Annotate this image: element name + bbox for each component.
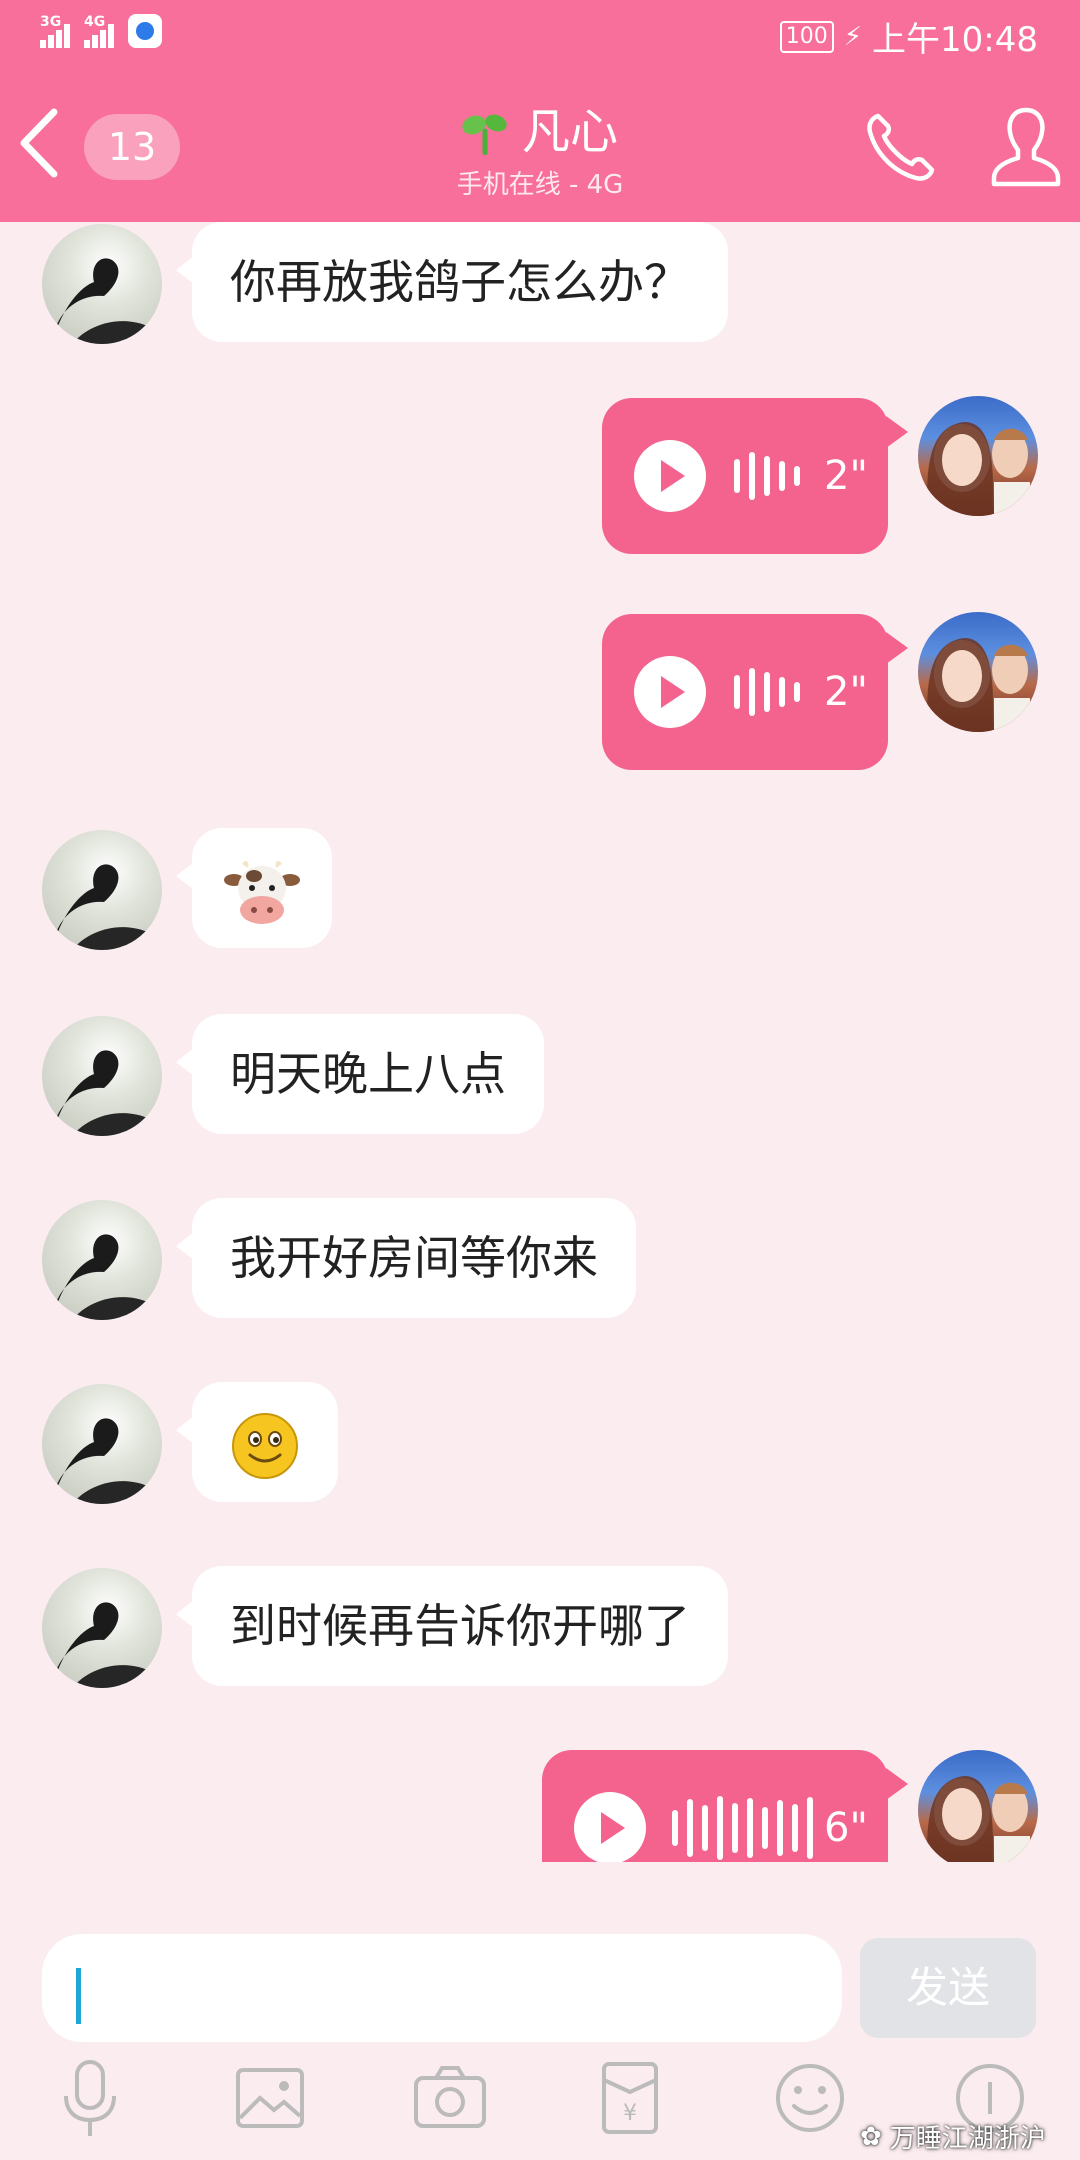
chat-header: 13 凡心 手机在线 - 4G [0,70,1080,222]
my-avatar[interactable] [918,396,1038,516]
wechat-icon: ✿ [860,2121,882,2152]
my-avatar[interactable] [918,612,1038,732]
voice-message[interactable]: 6" [542,1750,908,1862]
contact-avatar[interactable] [42,224,162,344]
play-icon[interactable] [634,440,706,512]
camera-icon[interactable] [410,2058,490,2138]
contact-avatar[interactable] [42,1200,162,1320]
waveform-icon [672,1796,813,1860]
charging-icon: ⚡ [843,21,863,52]
battery-icon: 100 [779,20,834,53]
message-bubble[interactable] [176,1382,338,1502]
qq-app-icon [128,14,162,48]
profile-icon[interactable] [988,106,1064,188]
smiley-icon [232,1412,298,1479]
contact-avatar[interactable] [42,830,162,950]
voice-duration: 2" [824,453,868,499]
contact-avatar[interactable] [42,1568,162,1688]
contact-name-label: 凡心 [521,104,618,160]
voice-duration: 2" [824,669,868,715]
status-bar: 3G 4G 100 ⚡ 上午10:48 [0,0,1080,70]
image-icon[interactable] [230,2058,310,2138]
text-cursor [76,1968,81,2024]
svg-text:¥: ¥ [623,2101,637,2126]
message-bubble[interactable]: 明天晚上八点 [176,1014,544,1134]
send-button[interactable]: 发送 [860,1938,1036,2038]
clock: 上午10:48 [872,20,1038,60]
message-input[interactable] [42,1934,842,2042]
waveform-icon [734,668,800,716]
microphone-icon[interactable] [50,2058,130,2138]
play-icon[interactable] [574,1792,646,1862]
message-bubble[interactable]: 我开好房间等你来 [176,1198,636,1318]
message-bubble[interactable]: 到时候再告诉你开哪了 [176,1566,728,1686]
voice-message[interactable]: 2" [602,614,908,770]
cow-face-icon [224,860,300,924]
sprout-icon [462,114,507,155]
signal-3g-icon: 3G [40,14,70,48]
watermark-text: 万睡江湖浙沪 [889,2124,1046,2154]
voice-duration: 6" [824,1805,868,1851]
my-avatar[interactable] [918,1750,1038,1862]
signal-4g-icon: 4G [84,14,114,48]
contact-avatar[interactable] [42,1384,162,1504]
watermark: ✿ 万睡江湖浙沪 [860,2118,1046,2155]
contact-avatar[interactable] [42,1016,162,1136]
message-bubble[interactable]: 你再放我鸽子怎么办？ [176,222,728,342]
contact-name: 凡心 [462,104,618,160]
red-packet-icon[interactable]: ¥ [590,2058,670,2138]
phone-icon[interactable] [862,110,938,186]
waveform-icon [734,452,800,500]
message-bubble[interactable] [176,828,332,948]
emoji-icon[interactable] [770,2058,850,2138]
voice-message[interactable]: 2" [602,398,908,554]
play-icon[interactable] [634,656,706,728]
message-list[interactable]: 你再放我鸽子怎么办？ 2" 2" 明天晚上八点 我开好房间等你来 到时候再告诉你… [0,222,1080,1862]
